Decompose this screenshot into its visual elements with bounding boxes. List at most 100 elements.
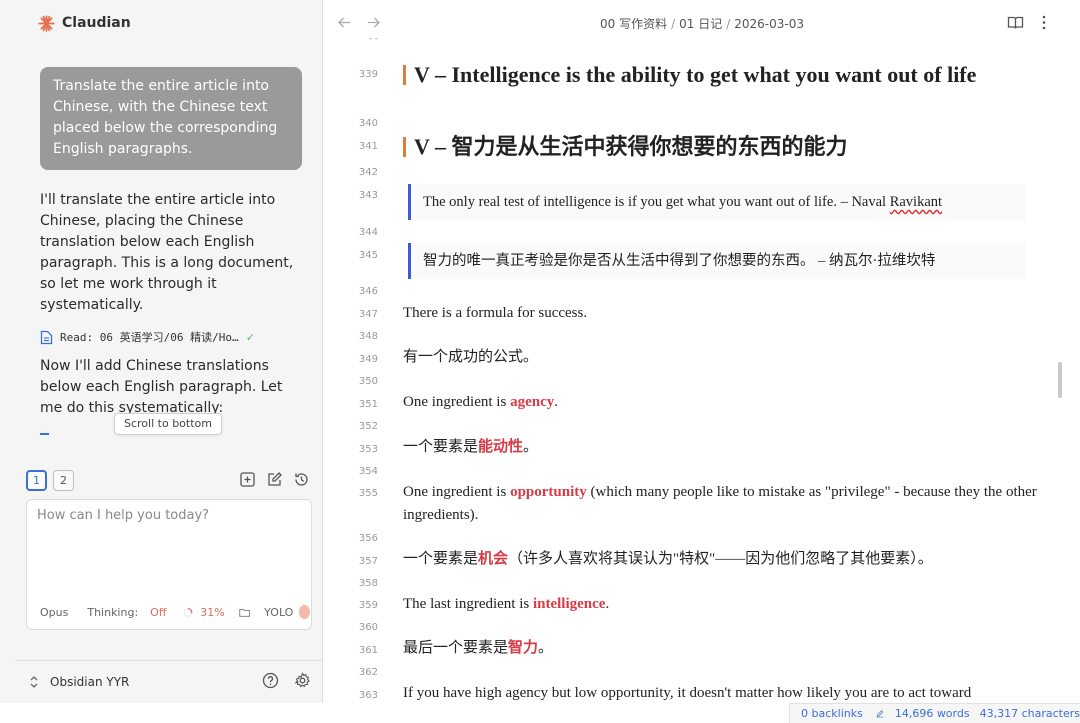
history-icon[interactable]: [293, 471, 310, 488]
breadcrumb-item[interactable]: 00 写作资料: [600, 17, 667, 31]
paragraph: 最后一个要素是智力。: [403, 637, 1043, 660]
paragraph-text: 。: [523, 439, 539, 455]
highlight-term: opportunity: [510, 484, 587, 500]
quote-author-misspelled: Ravikant: [889, 194, 943, 210]
paragraph-text: .: [605, 596, 610, 612]
thinking-toggle[interactable]: Off: [150, 606, 166, 619]
settings-gear-icon[interactable]: [294, 672, 311, 689]
paragraph: 一个要素是机会（许多人喜欢将其误认为"特权"——因为他们忽略了其他要素）。: [403, 548, 1043, 571]
line-number: 344: [358, 227, 378, 238]
paragraph-text: One ingredient is: [403, 484, 511, 500]
model-selector[interactable]: Opus: [40, 606, 68, 619]
conversation-tab-2[interactable]: 2: [53, 470, 74, 491]
paragraph: If you have high agency but low opportun…: [403, 685, 972, 701]
more-options-icon[interactable]: [1040, 14, 1048, 31]
highlight-term: 智力: [508, 640, 539, 656]
line-number: 347: [358, 309, 378, 320]
line-number: 345: [358, 250, 378, 261]
heading-english: V – Intelligence is the ability to get w…: [403, 62, 1033, 87]
line-number: 362: [358, 667, 378, 678]
paragraph: There is a formula for success.: [403, 305, 588, 321]
breadcrumb-item[interactable]: 01 日记: [679, 17, 722, 31]
help-icon[interactable]: [262, 672, 279, 689]
paragraph-text: .: [554, 394, 558, 410]
line-number: 361: [358, 645, 378, 656]
line-number: 343: [358, 190, 378, 201]
chat-composer: Opus Thinking: Off 31% YOLO: [26, 499, 312, 630]
breadcrumb-item-current[interactable]: 2026-03-03: [734, 17, 804, 31]
vault-switcher-icon[interactable]: [29, 675, 39, 689]
character-count: 43,317 characters: [979, 707, 1080, 720]
paragraph-text: 一个要素是: [403, 439, 479, 455]
scrollbar-thumb[interactable]: [1058, 362, 1062, 398]
editor-content[interactable]: - - 339 V – Intelligence is the ability …: [324, 34, 1066, 703]
tool-call-read[interactable]: Read: 06 英语学习/06 精读/Ho… ✓: [40, 327, 254, 347]
line-number: 354: [358, 466, 378, 477]
line-number: 346: [358, 286, 378, 297]
new-chat-icon[interactable]: [266, 471, 283, 488]
paragraph: One ingredient is opportunity (which man…: [403, 481, 1043, 527]
line-number: 358: [358, 578, 378, 589]
streaming-cursor: [40, 433, 49, 435]
context-usage: 31%: [200, 605, 225, 619]
highlight-term: agency: [510, 394, 555, 410]
new-tab-icon[interactable]: [239, 471, 256, 488]
line-number: 363: [358, 690, 378, 701]
line-number: 353: [358, 444, 378, 455]
file-icon: [40, 330, 53, 344]
thinking-label: Thinking:: [87, 605, 139, 619]
paragraph-text: The last ingredient is: [403, 596, 533, 612]
paragraph: 有一个成功的公式。: [403, 349, 539, 365]
paragraph-text: 。: [538, 640, 554, 656]
claudian-logo-icon: [38, 14, 55, 32]
assistant-message: Now I'll add Chinese translations below …: [40, 358, 283, 414]
tool-call-label: Read: 06 英语学习/06 精读/Ho…: [60, 331, 239, 344]
line-number: 348: [358, 331, 378, 342]
context-usage-ring-icon: [183, 607, 193, 617]
heading-chinese: V – 智力是从生活中获得你想要的东西的能力: [403, 134, 1033, 159]
vault-name[interactable]: Obsidian YYR: [50, 675, 129, 689]
paragraph-text: （许多人喜欢将其误认为"特权"——因为他们忽略了其他要素）。: [508, 551, 933, 567]
conversation-actions: [239, 471, 310, 488]
line-number: 351: [358, 399, 378, 410]
line-number: 352: [358, 421, 378, 432]
composer-toolbar: Opus Thinking: Off 31% YOLO: [40, 604, 310, 620]
line-number: 350: [358, 376, 378, 387]
yolo-toggle[interactable]: [299, 605, 310, 619]
sidebar-header: Claudian: [38, 13, 131, 33]
user-message: Translate the entire article into Chines…: [40, 67, 302, 170]
word-count: 14,696 words: [894, 707, 970, 720]
paragraph-text: 最后一个要素是: [403, 640, 509, 656]
assistant-message: I'll translate the entire article into C…: [40, 192, 294, 313]
status-bar: 0 backlinks 14,696 words 43,317 characte…: [789, 703, 1080, 723]
line-number: - -: [368, 34, 378, 44]
reading-view-book-icon[interactable]: [1007, 14, 1024, 31]
breadcrumb-separator: /: [726, 17, 731, 31]
bottom-gutter: [0, 703, 789, 723]
backlinks-count[interactable]: 0 backlinks: [801, 707, 863, 720]
paragraph-text: One ingredient is: [403, 394, 511, 410]
folder-icon[interactable]: [239, 606, 250, 619]
conversation-tab-1[interactable]: 1: [26, 470, 47, 491]
line-number: 357: [358, 556, 378, 567]
blockquote-chinese: 智力的唯一真正考验是你是否从生活中得到了你想要的东西。 – 纳瓦尔·拉维坎特: [408, 243, 1026, 279]
chat-input[interactable]: [37, 508, 301, 588]
breadcrumb-separator: /: [671, 17, 676, 31]
note-view: 00 写作资料/01 日记/2026-03-03 - - 339 V – Int…: [324, 0, 1080, 703]
line-number: 340: [358, 118, 378, 129]
highlight-term: 能动性: [478, 439, 524, 455]
pencil-icon[interactable]: [876, 707, 884, 720]
line-number: 360: [358, 622, 378, 633]
blockquote-english: The only real test of intelligence is if…: [408, 184, 1026, 220]
breadcrumb: 00 写作资料/01 日记/2026-03-03: [324, 15, 1080, 32]
highlight-term: intelligence: [532, 596, 606, 612]
claudian-sidebar: Claudian Translate the entire article in…: [0, 0, 323, 703]
line-number: 342: [358, 167, 378, 178]
conversation-tabs: 1 2: [26, 470, 74, 491]
paragraph: One ingredient is agency.: [403, 391, 1043, 414]
scroll-to-bottom-button[interactable]: Scroll to bottom: [114, 413, 222, 435]
paragraph-text: 一个要素是: [403, 551, 479, 567]
check-icon: ✓: [246, 330, 254, 344]
line-number: 359: [358, 600, 378, 611]
line-number: 341: [358, 141, 378, 152]
